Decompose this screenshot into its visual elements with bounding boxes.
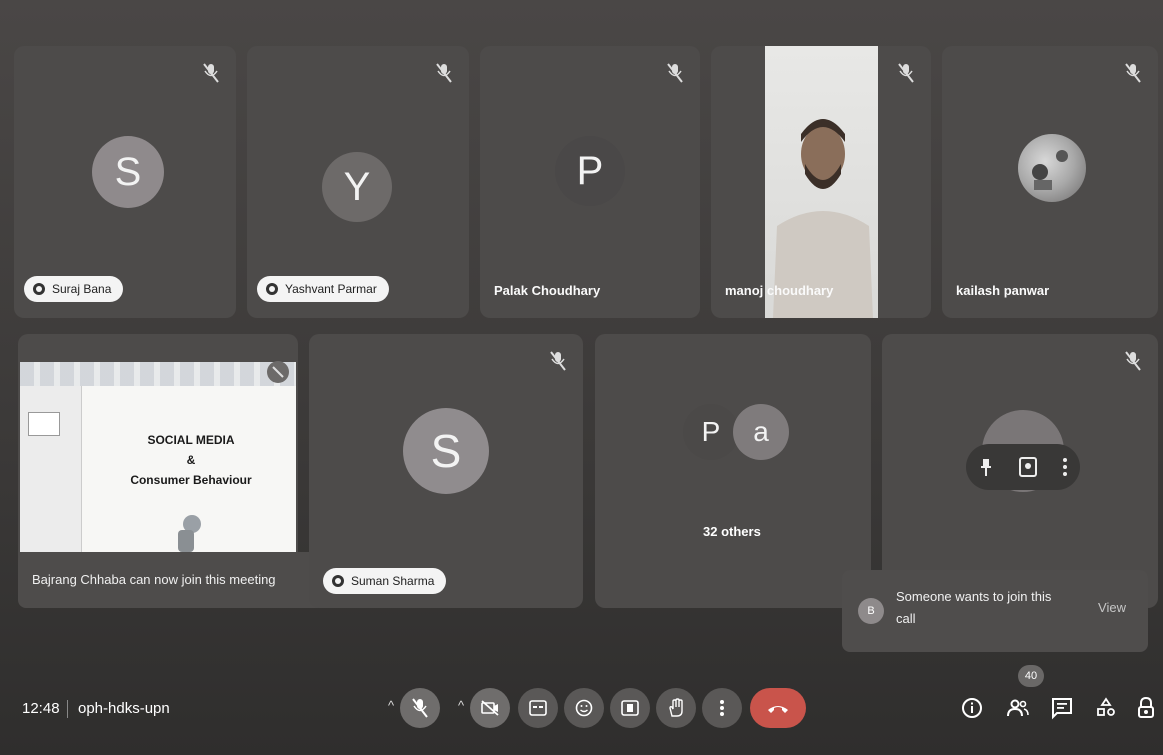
- mic-off-icon: [898, 63, 914, 83]
- people-icon[interactable]: [1006, 696, 1030, 720]
- participant-name: Palak Choudhary: [494, 283, 601, 298]
- participant-tile[interactable]: P Palak Choudhary: [480, 46, 700, 318]
- participant-count-badge: 40: [1018, 665, 1044, 687]
- person-video-feed: [773, 119, 873, 318]
- slide-thumbnail-pane: [20, 386, 82, 552]
- avatar: Y: [322, 152, 392, 222]
- more-options-button[interactable]: [702, 688, 742, 728]
- mic-off-icon: [203, 63, 219, 83]
- bottom-toolbar: 12:48 oph-hdks-upn ^ ^ 40: [0, 660, 1163, 755]
- avatar: a: [733, 404, 789, 460]
- name-pill: Suraj Bana: [24, 276, 124, 302]
- participant-name: Suraj Bana: [52, 282, 112, 296]
- slide-line-2: &: [186, 453, 196, 467]
- view-button[interactable]: View: [1098, 600, 1126, 615]
- meeting-code: oph-hdks-upn: [78, 700, 170, 717]
- avatar: S: [403, 408, 489, 494]
- info-icon[interactable]: [960, 696, 984, 720]
- camera-off-icon: [481, 700, 499, 716]
- present-button[interactable]: [610, 688, 650, 728]
- raised-hand-icon: [33, 283, 45, 295]
- slide-graphic: [178, 515, 201, 552]
- host-controls-icon[interactable]: [1134, 696, 1158, 720]
- mic-off-icon: [1125, 351, 1141, 371]
- mic-off-icon: [412, 698, 428, 718]
- avatar: S: [92, 136, 164, 208]
- activities-icon[interactable]: [1094, 696, 1118, 720]
- participant-name: Yashvant Parmar: [285, 282, 377, 296]
- slide-line-3: Consumer Behaviour: [130, 473, 252, 487]
- participant-tile[interactable]: [882, 334, 1158, 608]
- tile-hover-controls[interactable]: [966, 444, 1080, 490]
- name-pill: Suman Sharma: [323, 568, 447, 594]
- avatar: P: [555, 136, 625, 206]
- join-request-text: Someone wants to join this call: [896, 589, 1052, 626]
- participant-tile[interactable]: manoj choudhary: [711, 46, 931, 318]
- app-toolbar: [20, 362, 296, 386]
- participant-tile[interactable]: kailash panwar: [942, 46, 1158, 318]
- leave-call-button[interactable]: [750, 688, 806, 728]
- pin-icon[interactable]: [978, 457, 994, 477]
- more-vert-icon: [720, 700, 724, 716]
- slide-thumbnail: [28, 412, 60, 436]
- chevron-up-icon[interactable]: ^: [458, 698, 464, 713]
- participant-video: [765, 46, 878, 318]
- slide-line-1: SOCIAL MEDIA: [147, 433, 235, 447]
- join-notice-text: Bajrang Chhaba can now join this meeting: [32, 572, 276, 587]
- mic-off-icon: [550, 351, 566, 371]
- presentation-screen: SOCIAL MEDIA & Consumer Behaviour: [20, 362, 296, 552]
- participant-name: Suman Sharma: [351, 574, 435, 588]
- raised-hand-icon: [332, 575, 344, 587]
- name-pill: Yashvant Parmar: [257, 276, 389, 302]
- others-count: 32 others: [703, 524, 761, 539]
- join-notice-toast: Bajrang Chhaba can now join this meeting: [18, 552, 330, 608]
- chevron-up-icon[interactable]: ^: [388, 698, 394, 713]
- raised-hand-icon: [266, 283, 278, 295]
- requester-avatar: B: [858, 598, 884, 624]
- emoji-icon: [575, 699, 593, 717]
- chat-icon[interactable]: [1050, 696, 1074, 720]
- others-tile[interactable]: P a 32 others: [595, 334, 871, 608]
- avatar: P: [683, 404, 739, 460]
- slide-title: SOCIAL MEDIA & Consumer Behaviour: [86, 430, 296, 490]
- participant-tile[interactable]: Y Yashvant Parmar: [247, 46, 469, 318]
- captions-icon: [529, 700, 547, 716]
- profile-photo: [1032, 150, 1068, 190]
- join-request-toast[interactable]: B Someone wants to join this call View: [842, 570, 1148, 652]
- mic-off-icon: [667, 63, 683, 83]
- participant-name: kailash panwar: [956, 283, 1050, 298]
- frame-icon[interactable]: [1018, 456, 1038, 478]
- more-options-icon[interactable]: [1062, 457, 1068, 477]
- present-screen-icon: [621, 700, 639, 716]
- meet-stage: S Suraj Bana Y Yashvant Parmar P Palak C…: [0, 0, 1163, 755]
- mic-off-icon: [1125, 63, 1141, 83]
- divider: [67, 700, 68, 718]
- captions-button[interactable]: [518, 688, 558, 728]
- hang-up-icon: [768, 706, 788, 713]
- mic-toggle-button[interactable]: [400, 688, 440, 728]
- reactions-button[interactable]: [564, 688, 604, 728]
- camera-toggle-button[interactable]: [470, 688, 510, 728]
- raise-hand-button[interactable]: [656, 688, 696, 728]
- avatar-photo: [1018, 134, 1086, 202]
- presenter-mic-icon: [267, 361, 289, 383]
- mic-off-icon: [436, 63, 452, 83]
- participant-tile[interactable]: S Suman Sharma: [309, 334, 583, 608]
- participant-tile[interactable]: S Suraj Bana: [14, 46, 236, 318]
- hand-icon: [669, 698, 683, 717]
- participant-name: manoj choudhary: [725, 283, 834, 298]
- clock: 12:48: [22, 700, 60, 717]
